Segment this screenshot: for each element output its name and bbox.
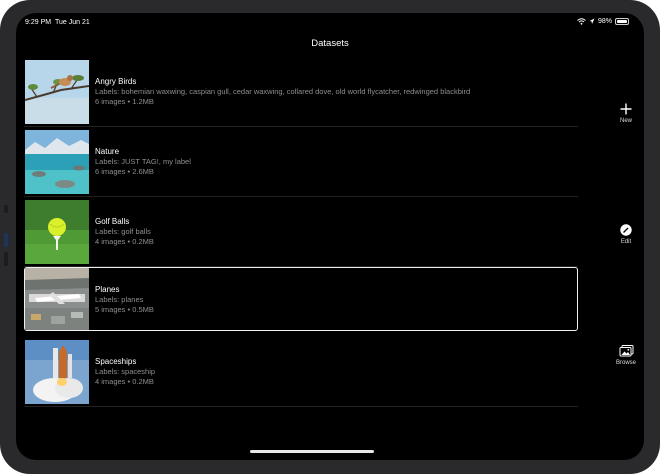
pencil-circle-icon bbox=[620, 224, 632, 236]
dataset-name: Angry Birds bbox=[95, 77, 137, 86]
device-side-button bbox=[4, 205, 8, 213]
dataset-info: Golf Balls Labels: golf balls 4 images •… bbox=[95, 217, 154, 247]
status-indicators: 98% bbox=[577, 18, 629, 25]
dataset-meta: 6 images • 1.2MB bbox=[95, 97, 154, 106]
status-bar: 9:29 PM Tue Jun 21 98% bbox=[16, 13, 644, 33]
dataset-row-nature[interactable]: Nature Labels: JUST TAG!, my label 6 ima… bbox=[24, 127, 578, 197]
wifi-icon bbox=[577, 18, 586, 25]
dataset-labels: Labels: bohemian waxwing, caspian gull, … bbox=[95, 87, 471, 96]
dataset-info: Spaceships Labels: spaceship 4 images • … bbox=[95, 357, 155, 387]
dataset-name: Spaceships bbox=[95, 357, 137, 366]
device-side-button bbox=[4, 252, 8, 266]
plus-icon bbox=[620, 103, 632, 115]
dataset-thumbnail-golf-ball bbox=[25, 200, 89, 264]
dataset-row-golf-balls[interactable]: Golf Balls Labels: golf balls 4 images •… bbox=[24, 197, 578, 267]
dataset-meta: 4 images • 0.2MB bbox=[95, 377, 154, 386]
status-time-date: 9:29 PM Tue Jun 21 bbox=[25, 19, 90, 26]
page-title: Datasets bbox=[311, 38, 349, 49]
dataset-thumbnail-planes bbox=[25, 268, 89, 330]
dataset-thumbnail-lake bbox=[25, 130, 89, 194]
photo-library-icon bbox=[619, 345, 633, 357]
device-side-button bbox=[4, 233, 8, 247]
dataset-thumbnail-rocket bbox=[25, 340, 89, 404]
new-button[interactable]: New bbox=[611, 103, 641, 124]
dataset-thumbnail-bird bbox=[25, 60, 89, 124]
status-time: 9:29 PM bbox=[25, 19, 52, 26]
browse-button[interactable]: Browse bbox=[611, 345, 641, 366]
edit-button-label: Edit bbox=[620, 239, 632, 245]
dataset-meta: 5 images • 0.5MB bbox=[95, 305, 154, 314]
dataset-labels: Labels: golf balls bbox=[95, 227, 151, 236]
new-button-label: New bbox=[619, 118, 632, 124]
dataset-labels: Labels: spaceship bbox=[95, 367, 156, 376]
dataset-labels: Labels: planes bbox=[95, 295, 144, 304]
dataset-info: Planes Labels: planes 5 images • 0.5MB bbox=[95, 285, 154, 315]
battery-percentage: 98% bbox=[597, 18, 612, 25]
home-indicator[interactable] bbox=[250, 450, 374, 453]
dataset-name: Planes bbox=[95, 285, 120, 294]
browse-button-label: Browse bbox=[615, 360, 636, 366]
dataset-row-spaceships[interactable]: Spaceships Labels: spaceship 4 images • … bbox=[24, 337, 578, 407]
screen: 9:29 PM Tue Jun 21 98% Datasets Angry Bi… bbox=[16, 13, 644, 460]
dataset-list: Angry Birds Labels: bohemian waxwing, ca… bbox=[24, 57, 578, 407]
dataset-meta: 4 images • 0.2MB bbox=[95, 237, 154, 246]
dataset-row-planes[interactable]: Planes Labels: planes 5 images • 0.5MB bbox=[24, 267, 578, 331]
dataset-meta: 6 images • 2.6MB bbox=[95, 167, 154, 176]
dataset-name: Nature bbox=[95, 147, 120, 156]
battery-icon bbox=[615, 18, 629, 25]
dataset-info: Nature Labels: JUST TAG!, my label 6 ima… bbox=[95, 147, 191, 177]
dataset-info: Angry Birds Labels: bohemian waxwing, ca… bbox=[95, 77, 470, 107]
dataset-name: Golf Balls bbox=[95, 217, 130, 226]
ipad-device-frame: 9:29 PM Tue Jun 21 98% Datasets Angry Bi… bbox=[0, 0, 660, 474]
location-icon bbox=[589, 18, 595, 24]
edit-button[interactable]: Edit bbox=[611, 224, 641, 245]
status-date: Tue Jun 21 bbox=[54, 19, 90, 26]
dataset-labels: Labels: JUST TAG!, my label bbox=[95, 157, 191, 166]
dataset-row-angry-birds[interactable]: Angry Birds Labels: bohemian waxwing, ca… bbox=[24, 57, 578, 127]
